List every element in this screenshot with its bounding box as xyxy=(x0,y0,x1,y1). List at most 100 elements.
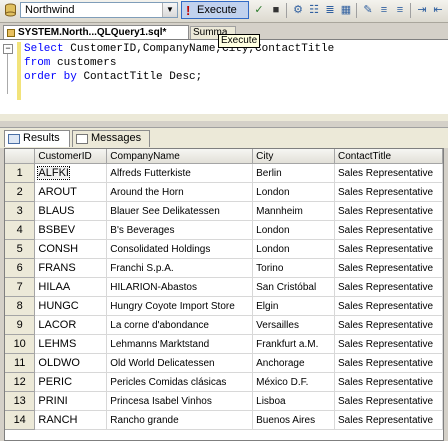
cell-customer-id[interactable]: LEHMS xyxy=(34,334,108,354)
cell-company-name[interactable]: Hungry Coyote Import Store xyxy=(106,296,254,316)
cell-company-name[interactable]: Blauer See Delikatessen xyxy=(106,201,254,221)
cell-city[interactable]: Anchorage xyxy=(252,353,336,373)
sql-code[interactable]: Select CustomerID,CompanyName,City,Conta… xyxy=(24,42,334,84)
row-number[interactable]: 10 xyxy=(5,334,36,354)
row-number[interactable]: 1 xyxy=(5,163,36,183)
cell-company-name[interactable]: Franchi S.p.A. xyxy=(106,258,254,278)
cell-customer-id[interactable]: HILAA xyxy=(34,277,108,297)
table-row[interactable]: 6 FRANS Franchi S.p.A. Torino Sales Represen… xyxy=(5,258,443,278)
results-grid[interactable]: CustomerID CompanyName City ContactTitle… xyxy=(4,148,444,441)
row-number[interactable]: 5 xyxy=(5,239,36,259)
cell-city[interactable]: London xyxy=(252,182,336,202)
row-number[interactable]: 3 xyxy=(5,201,36,221)
row-number[interactable]: 4 xyxy=(5,220,36,240)
cell-contact-title[interactable]: Sales Representative xyxy=(334,391,443,411)
table-row[interactable]: 14 RANCH Rancho grande Buenos Aires Sales Re… xyxy=(5,410,443,430)
cell-company-name[interactable]: Old World Delicatessen xyxy=(106,353,254,373)
cell-contact-title[interactable]: Sales Representative xyxy=(334,163,443,183)
cell-contact-title[interactable]: Sales Representative xyxy=(334,220,443,240)
cell-city[interactable]: Versailles xyxy=(252,315,336,335)
cell-contact-title[interactable]: Sales Representative xyxy=(334,296,443,316)
table-row[interactable]: 2 AROUT Around the Horn London Sales Represe… xyxy=(5,182,443,202)
cell-customer-id[interactable]: LACOR xyxy=(34,315,108,335)
cell-customer-id[interactable]: AROUT xyxy=(34,182,108,202)
cell-contact-title[interactable]: Sales Representative xyxy=(334,201,443,221)
cell-customer-id[interactable]: FRANS xyxy=(34,258,108,278)
comment-icon[interactable]: ≡ xyxy=(376,2,392,18)
cell-contact-title[interactable]: Sales Representative xyxy=(334,353,443,373)
cell-contact-title[interactable]: Sales Representative xyxy=(334,372,443,392)
query-options-icon[interactable]: ≣ xyxy=(322,2,338,18)
cell-company-name[interactable]: Rancho grande xyxy=(106,410,254,430)
collapse-icon[interactable]: − xyxy=(3,44,13,54)
table-row[interactable]: 8 HUNGC Hungry Coyote Import Store Elgin Sal… xyxy=(5,296,443,316)
cell-customer-id[interactable]: BLAUS xyxy=(34,201,108,221)
cell-contact-title[interactable]: Sales Representative xyxy=(334,182,443,202)
cell-company-name[interactable]: Consolidated Holdings xyxy=(106,239,254,259)
results-to-text-icon[interactable]: ✎ xyxy=(360,2,376,18)
cell-customer-id[interactable]: CONSH xyxy=(34,239,108,259)
table-row[interactable]: 12 PERIC Pericles Comidas clásicas México D… xyxy=(5,372,443,392)
row-number[interactable]: 12 xyxy=(5,372,36,392)
chevron-down-icon[interactable]: ▼ xyxy=(162,3,177,17)
cell-city[interactable]: Elgin xyxy=(252,296,336,316)
table-row[interactable]: 3 BLAUS Blauer See Delikatessen Mannheim Sal… xyxy=(5,201,443,221)
cell-company-name[interactable]: HILARION-Abastos xyxy=(106,277,254,297)
cell-city[interactable]: San Cristóbal xyxy=(252,277,336,297)
cell-company-name[interactable]: B's Beverages xyxy=(106,220,254,240)
cell-contact-title[interactable]: Sales Representative xyxy=(334,258,443,278)
column-header[interactable]: City xyxy=(252,149,336,164)
cell-customer-id[interactable]: ALFKI xyxy=(34,163,108,183)
column-header[interactable]: ContactTitle xyxy=(334,149,443,164)
parse-icon[interactable]: ⚙ xyxy=(290,2,306,18)
cell-city[interactable]: London xyxy=(252,220,336,240)
row-number[interactable]: 7 xyxy=(5,277,36,297)
cell-company-name[interactable]: Alfreds Futterkiste xyxy=(106,163,254,183)
row-number[interactable]: 14 xyxy=(5,410,36,430)
cell-company-name[interactable]: Princesa Isabel Vinhos xyxy=(106,391,254,411)
table-row[interactable]: 5 CONSH Consolidated Holdings London Sales R… xyxy=(5,239,443,259)
uncomment-icon[interactable]: ≡ xyxy=(392,2,408,18)
table-row[interactable]: 1 ALFKI Alfreds Futterkiste Berlin Sales Rep… xyxy=(5,163,443,183)
row-number[interactable]: 2 xyxy=(5,182,36,202)
table-row[interactable]: 13 PRINI Princesa Isabel Vinhos Lisboa Sales… xyxy=(5,391,443,411)
cell-customer-id[interactable]: HUNGC xyxy=(34,296,108,316)
cell-city[interactable]: London xyxy=(252,239,336,259)
cell-city[interactable]: Berlin xyxy=(252,163,336,183)
cell-company-name[interactable]: La corne d'abondance xyxy=(106,315,254,335)
cell-customer-id[interactable]: PERIC xyxy=(34,372,108,392)
cell-city[interactable]: Mannheim xyxy=(252,201,336,221)
tab-results[interactable]: Results xyxy=(4,130,70,147)
cell-city[interactable]: Lisboa xyxy=(252,391,336,411)
row-number-header[interactable] xyxy=(5,149,36,164)
cell-customer-id[interactable]: BSBEV xyxy=(34,220,108,240)
cell-contact-title[interactable]: Sales Representative xyxy=(334,277,443,297)
cell-contact-title[interactable]: Sales Representative xyxy=(334,239,443,259)
checkmark-icon[interactable]: ✓ xyxy=(251,2,267,18)
row-number[interactable]: 13 xyxy=(5,391,36,411)
cell-customer-id[interactable]: RANCH xyxy=(34,410,108,430)
indent-icon[interactable]: ⇥ xyxy=(414,2,430,18)
cell-contact-title[interactable]: Sales Representative xyxy=(334,410,443,430)
column-header[interactable]: CompanyName xyxy=(106,149,254,164)
cell-company-name[interactable]: Around the Horn xyxy=(106,182,254,202)
cell-contact-title[interactable]: Sales Representative xyxy=(334,315,443,335)
execute-button[interactable]: ! Execute xyxy=(181,1,249,19)
stop-icon[interactable]: ■ xyxy=(268,2,284,18)
row-number[interactable]: 6 xyxy=(5,258,36,278)
tab-query-document[interactable]: SYSTEM.North...QLQuery1.sql* xyxy=(3,25,189,40)
table-row[interactable]: 9 LACOR La corne d'abondance Versailles Sale… xyxy=(5,315,443,335)
table-row[interactable]: 10 LEHMS Lehmanns Marktstand Frankfurt a.M.… xyxy=(5,334,443,354)
tab-messages[interactable]: Messages xyxy=(72,130,150,147)
outdent-icon[interactable]: ⇤ xyxy=(430,2,446,18)
cell-city[interactable]: Frankfurt a.M. xyxy=(252,334,336,354)
sql-editor[interactable]: − Select CustomerID,CompanyName,City,Con… xyxy=(0,39,448,122)
row-number[interactable]: 11 xyxy=(5,353,36,373)
cell-company-name[interactable]: Lehmanns Marktstand xyxy=(106,334,254,354)
database-select[interactable]: Northwind ▼ xyxy=(20,2,178,18)
row-number[interactable]: 9 xyxy=(5,315,36,335)
display-plan-icon[interactable]: ☷ xyxy=(306,2,322,18)
cell-city[interactable]: Torino xyxy=(252,258,336,278)
cell-customer-id[interactable]: OLDWO xyxy=(34,353,108,373)
row-number[interactable]: 8 xyxy=(5,296,36,316)
